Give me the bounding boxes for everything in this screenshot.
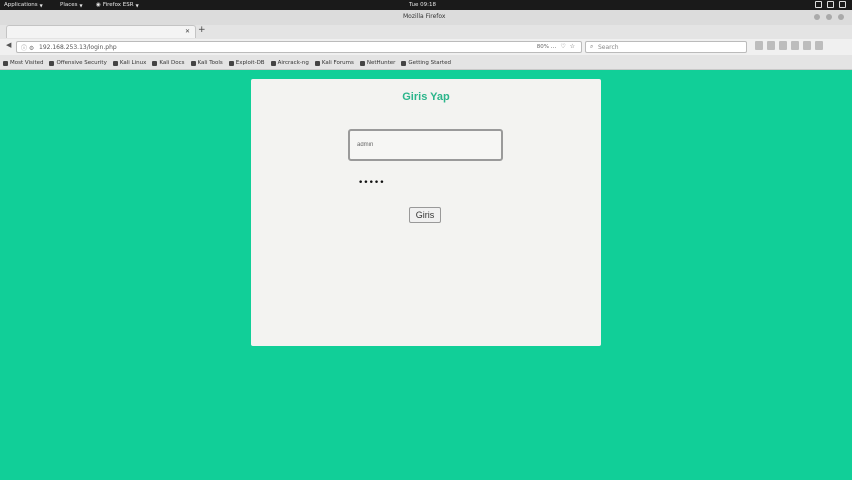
dragon-icon	[112, 60, 118, 66]
bookmarks-toolbar: Most Visited Offensive Security Kali Lin…	[0, 57, 852, 69]
library-icon[interactable]	[755, 41, 763, 50]
search-bar[interactable]: ⌕ Search	[585, 41, 747, 53]
password-field[interactable]: •••••	[358, 179, 385, 188]
dragon-icon	[152, 60, 158, 66]
downloads-icon[interactable]	[779, 41, 787, 50]
network-icon[interactable]	[815, 1, 822, 8]
chevron-down-icon: ▼	[135, 2, 139, 8]
extension-icon[interactable]	[803, 41, 811, 50]
firefox-icon: ◉	[96, 2, 101, 8]
login-card: Giris Yap ••••• Giris	[251, 79, 601, 346]
gear-icon	[3, 60, 8, 66]
username-input[interactable]	[348, 129, 503, 161]
bookmark-item[interactable]: Kali Tools	[190, 60, 223, 66]
wifi-icon	[270, 60, 276, 66]
bookmark-label: Getting Started	[408, 60, 451, 66]
bookmark-label: NetHunter	[366, 60, 396, 66]
close-icon[interactable]	[838, 14, 844, 20]
bookmark-label: Kali Docs	[159, 60, 185, 66]
maximize-icon[interactable]	[826, 14, 832, 20]
bookmark-item[interactable]: Offensive Security	[49, 60, 107, 66]
bookmark-item[interactable]: Getting Started	[401, 60, 451, 66]
power-icon[interactable]	[839, 1, 846, 8]
window-controls	[814, 14, 844, 20]
tab-strip: ✕ +	[0, 23, 852, 38]
minimize-icon[interactable]	[814, 14, 820, 20]
bookmark-label: Most Visited	[10, 60, 44, 66]
chevron-down-icon: ▼	[79, 2, 83, 8]
applications-menu-label: Applications	[4, 2, 38, 8]
search-placeholder: Search	[598, 44, 619, 51]
places-menu[interactable]: Places ▼	[60, 2, 83, 8]
exploit-icon	[228, 60, 234, 66]
clock[interactable]: Tue 09:18	[409, 2, 436, 8]
browser-chrome: Mozilla Firefox ✕ + ◀ ⓘ ⚙ 192.168.253.13…	[0, 10, 852, 70]
bookmark-item[interactable]: Kali Docs	[152, 60, 185, 66]
active-app-menu[interactable]: ◉ Firefox ESR ▼	[96, 2, 139, 8]
bookmark-item[interactable]: Aircrack-ng	[270, 60, 309, 66]
bookmark-label: Aircrack-ng	[277, 60, 309, 66]
chevron-down-icon: ▼	[39, 2, 43, 8]
close-icon[interactable]: ✕	[185, 28, 190, 35]
active-app-label: Firefox ESR	[102, 2, 134, 8]
bookmark-label: Kali Linux	[119, 60, 147, 66]
url-text[interactable]: 192.168.253.13/login.php	[39, 44, 117, 51]
system-tray[interactable]	[815, 1, 846, 8]
toolbar-icons	[755, 41, 823, 50]
dragon-icon	[359, 60, 365, 66]
system-top-bar: Applications ▼ Places ▼ ◉ Firefox ESR ▼ …	[0, 0, 852, 10]
navigation-toolbar: ◀ ⓘ ⚙ 192.168.253.13/login.php 80% … ♡ ☆…	[0, 39, 852, 55]
url-bar[interactable]: ⓘ ⚙ 192.168.253.13/login.php 80% … ♡ ☆	[16, 41, 582, 53]
sidebar-icon[interactable]	[767, 41, 775, 50]
bookmark-item[interactable]: NetHunter	[359, 60, 396, 66]
zoom-level[interactable]: 80%	[537, 44, 549, 50]
bookmark-label: Kali Forums	[321, 60, 354, 66]
menu-icon[interactable]	[815, 41, 823, 50]
bookmark-label: Offensive Security	[56, 60, 107, 66]
bookmark-label: Exploit-DB	[235, 60, 265, 66]
bookmark-icon	[49, 60, 55, 66]
extension-icon[interactable]	[791, 41, 799, 50]
bookmark-item[interactable]: Most Visited	[3, 60, 43, 66]
dragon-icon	[190, 60, 196, 66]
info-icon[interactable]: ⓘ ⚙	[21, 43, 34, 52]
places-menu-label: Places	[60, 2, 78, 8]
bookmark-label: Kali Tools	[197, 60, 223, 66]
new-tab-button[interactable]: +	[198, 26, 206, 35]
page-actions-icon[interactable]: … ♡ ☆	[550, 43, 576, 50]
bookmark-item[interactable]: Kali Forums	[314, 60, 354, 66]
bookmark-item[interactable]: Exploit-DB	[228, 60, 265, 66]
tab-active[interactable]: ✕	[6, 25, 196, 38]
volume-icon[interactable]	[827, 1, 834, 8]
forum-icon	[314, 60, 320, 66]
applications-menu[interactable]: Applications ▼	[4, 2, 43, 8]
login-button[interactable]: Giris	[409, 207, 441, 223]
back-arrow-icon[interactable]: ◀	[6, 41, 11, 49]
gear-icon	[401, 60, 407, 66]
search-icon: ⌕	[590, 43, 594, 50]
bookmark-item[interactable]: Kali Linux	[112, 60, 147, 66]
window-title: Mozilla Firefox	[403, 13, 446, 20]
page-title: Giris Yap	[402, 91, 450, 103]
